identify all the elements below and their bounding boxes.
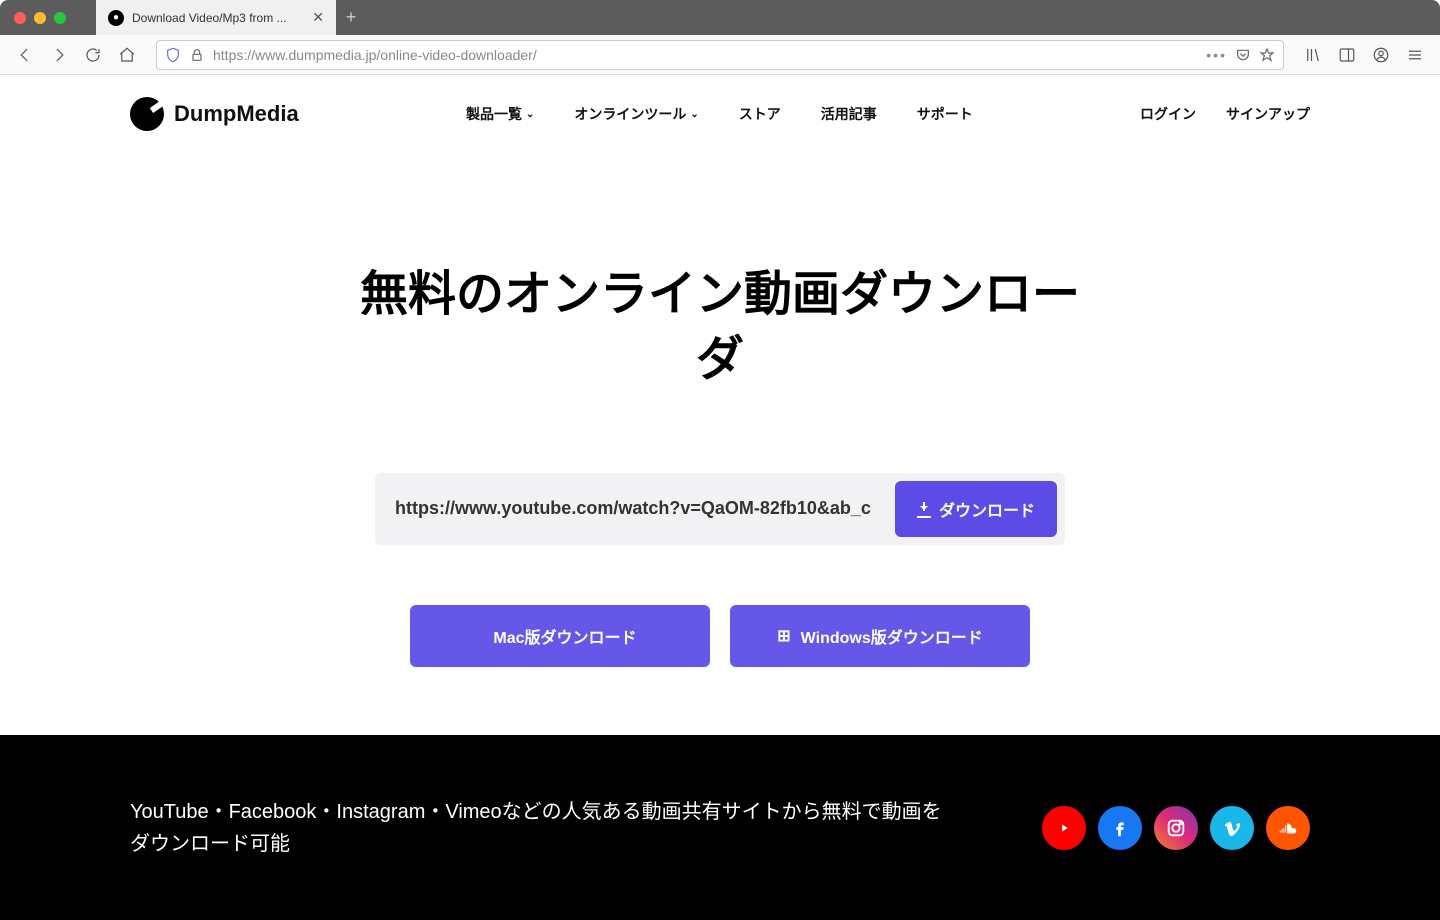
footer-text: YouTube・Facebook・Instagram・Vimeoなどの人気ある動… (130, 796, 960, 860)
video-url-input[interactable] (383, 488, 895, 529)
nav-tools[interactable]: オンラインツール⌄ (574, 104, 698, 124)
chevron-down-icon: ⌄ (690, 109, 698, 120)
forward-button[interactable] (44, 40, 74, 70)
windows-download-button[interactable]: ⊞ Windows版ダウンロード (730, 605, 1030, 667)
download-button[interactable]: ダウンロード (895, 481, 1057, 537)
signup-link[interactable]: サインアップ (1226, 104, 1310, 124)
page-content: DumpMedia 製品一覧⌄ オンラインツール⌄ ストア 活用記事 サポート … (0, 75, 1440, 920)
page-title: 無料のオンライン動画ダウンローダ (340, 263, 1100, 393)
url-text: https://www.dumpmedia.jp/online-video-do… (213, 47, 1198, 63)
auth-links: ログイン サインアップ (1140, 104, 1310, 124)
download-icon (917, 502, 931, 516)
more-icon[interactable]: ••• (1206, 47, 1227, 63)
platform-buttons: Mac版ダウンロード ⊞ Windows版ダウンロード (0, 605, 1440, 667)
pocket-icon[interactable] (1235, 47, 1251, 63)
main-nav: 製品一覧⌄ オンラインツール⌄ ストア 活用記事 サポート (466, 104, 973, 124)
logo[interactable]: DumpMedia (130, 97, 299, 131)
footer: YouTube・Facebook・Instagram・Vimeoなどの人気ある動… (0, 735, 1440, 920)
youtube-icon[interactable] (1042, 806, 1086, 850)
nav-products[interactable]: 製品一覧⌄ (466, 104, 534, 124)
sidebar-icon[interactable] (1332, 40, 1362, 70)
bookmark-icon[interactable] (1259, 47, 1275, 63)
instagram-icon[interactable] (1154, 806, 1198, 850)
maximize-window[interactable] (54, 12, 66, 24)
site-header: DumpMedia 製品一覧⌄ オンラインツール⌄ ストア 活用記事 サポート … (0, 75, 1440, 153)
download-label: ダウンロード (939, 497, 1035, 521)
minimize-window[interactable] (34, 12, 46, 24)
vimeo-icon[interactable] (1210, 806, 1254, 850)
account-icon[interactable] (1366, 40, 1396, 70)
reload-button[interactable] (78, 40, 108, 70)
chevron-down-icon: ⌄ (526, 109, 534, 120)
nav-store[interactable]: ストア (739, 104, 781, 124)
new-tab-button[interactable]: + (336, 0, 366, 35)
mac-download-button[interactable]: Mac版ダウンロード (410, 605, 710, 667)
window-controls (0, 12, 66, 24)
url-bar[interactable]: https://www.dumpmedia.jp/online-video-do… (156, 40, 1284, 70)
logo-icon (130, 97, 164, 131)
nav-support[interactable]: サポート (917, 104, 973, 124)
logo-text: DumpMedia (174, 101, 299, 127)
facebook-icon[interactable] (1098, 806, 1142, 850)
tab-title: Download Video/Mp3 from ... (132, 11, 304, 25)
library-icon[interactable] (1298, 40, 1328, 70)
lock-icon (189, 47, 205, 63)
login-link[interactable]: ログイン (1140, 104, 1196, 124)
close-window[interactable] (14, 12, 26, 24)
window-titlebar: ● Download Video/Mp3 from ... ✕ + (0, 0, 1440, 35)
windows-icon: ⊞ (777, 626, 790, 646)
menu-icon[interactable] (1400, 40, 1430, 70)
home-button[interactable] (112, 40, 142, 70)
browser-toolbar: https://www.dumpmedia.jp/online-video-do… (0, 35, 1440, 75)
browser-tab[interactable]: ● Download Video/Mp3 from ... ✕ (96, 0, 336, 35)
url-input-row: ダウンロード (375, 473, 1065, 545)
shield-icon (165, 47, 181, 63)
soundcloud-icon[interactable] (1266, 806, 1310, 850)
favicon: ● (108, 10, 124, 26)
tab-close-icon[interactable]: ✕ (312, 9, 324, 26)
social-icons (1042, 806, 1310, 850)
back-button[interactable] (10, 40, 40, 70)
nav-articles[interactable]: 活用記事 (821, 104, 877, 124)
hero: 無料のオンライン動画ダウンローダ ダウンロード Mac版ダウンロード ⊞ Win… (0, 153, 1440, 667)
tab-bar: ● Download Video/Mp3 from ... ✕ + (96, 0, 366, 35)
